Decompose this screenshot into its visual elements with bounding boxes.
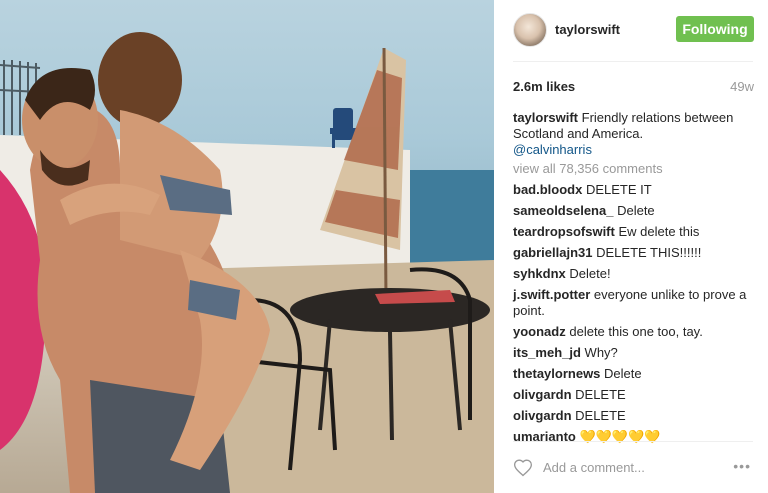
post-header: taylorswift Following: [513, 13, 754, 47]
author-username[interactable]: taylorswift: [555, 22, 620, 37]
comment-username[interactable]: olivgardn: [513, 387, 572, 402]
comment: gabriellajn31 DELETE THIS!!!!!!: [513, 245, 753, 261]
comment: olivgardn DELETE: [513, 408, 753, 424]
comment-text: DELETE THIS!!!!!!: [596, 245, 702, 260]
comments-list: bad.bloodx DELETE IT sameoldselena_ Dele…: [513, 182, 753, 450]
comment-text: Delete!: [569, 266, 611, 281]
comment: its_meh_jd Why?: [513, 345, 753, 361]
comment-username[interactable]: gabriellajn31: [513, 245, 592, 260]
comment-username[interactable]: its_meh_jd: [513, 345, 581, 360]
comment-username[interactable]: syhkdnx: [513, 266, 566, 281]
comment-bar: Add a comment... •••: [513, 456, 757, 480]
comment: yoonadz delete this one too, tay.: [513, 324, 753, 340]
more-options-icon[interactable]: •••: [733, 458, 751, 474]
comment: teardropsofswift Ew delete this: [513, 224, 753, 240]
comment: thetaylornews Delete: [513, 366, 753, 382]
comment-text: DELETE IT: [585, 182, 652, 197]
footer-divider: [513, 441, 753, 442]
comment: syhkdnx Delete!: [513, 266, 753, 282]
post-photo[interactable]: [0, 0, 494, 493]
comment-username[interactable]: j.swift.potter: [513, 287, 590, 302]
comment-text: delete this one too, tay.: [569, 324, 703, 339]
post-age[interactable]: 49w: [730, 79, 754, 94]
comment-text: Ew delete this: [618, 224, 700, 239]
comment-text: Delete: [617, 203, 655, 218]
comment-text: DELETE: [575, 387, 626, 402]
comment: bad.bloodx DELETE IT: [513, 182, 753, 198]
caption-username[interactable]: taylorswift: [513, 110, 578, 125]
post-details-panel: taylorswift Following 2.6m likes 49w tay…: [494, 0, 768, 493]
comment-username[interactable]: sameoldselena_: [513, 203, 613, 218]
comment: olivgardn DELETE: [513, 387, 753, 403]
comment-text: DELETE: [575, 408, 626, 423]
likes-count[interactable]: 2.6m likes: [513, 79, 575, 94]
comment: sameoldselena_ Delete: [513, 203, 753, 219]
comment-username[interactable]: thetaylornews: [513, 366, 600, 381]
add-comment-input[interactable]: Add a comment...: [543, 460, 645, 475]
post-caption: taylorswift Friendly relations between S…: [513, 110, 753, 158]
header-divider: [513, 61, 753, 62]
comment: j.swift.potter everyone unlike to prove …: [513, 287, 753, 319]
comment-text: Why?: [584, 345, 618, 360]
comment-username[interactable]: yoonadz: [513, 324, 566, 339]
following-button[interactable]: Following: [676, 16, 754, 42]
photo-illustration: [0, 32, 494, 493]
comment-text: Delete: [604, 366, 642, 381]
comment-username[interactable]: teardropsofswift: [513, 224, 615, 239]
avatar[interactable]: [513, 13, 547, 47]
comment-username[interactable]: bad.bloodx: [513, 182, 582, 197]
heart-icon[interactable]: [513, 458, 533, 478]
caption-mention-link[interactable]: @calvinharris: [513, 142, 753, 158]
comment: umarianto 💛💛💛💛💛: [513, 429, 753, 445]
view-all-comments-link[interactable]: view all 78,356 comments: [513, 161, 663, 176]
comment-username[interactable]: olivgardn: [513, 408, 572, 423]
